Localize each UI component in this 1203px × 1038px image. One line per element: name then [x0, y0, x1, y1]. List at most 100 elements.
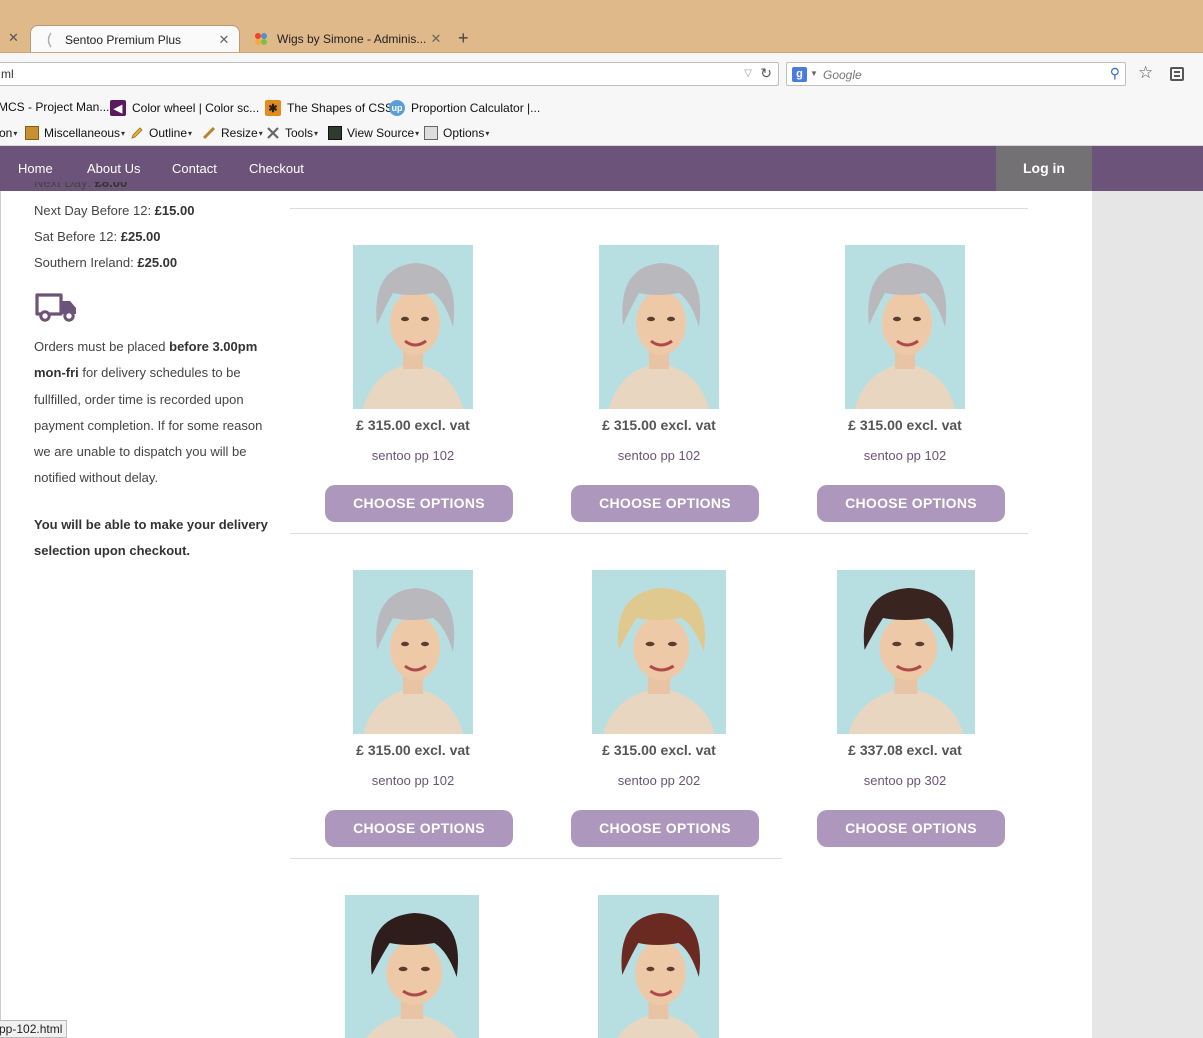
- shipping-price: £25.00: [120, 229, 161, 244]
- options-icon: [424, 126, 438, 140]
- shipping-price: £8.00: [94, 182, 128, 190]
- history-dropdown-icon[interactable]: ▽: [744, 68, 752, 79]
- tab-sentoo-premium-plus[interactable]: Sentoo Premium Plus ✕: [30, 25, 240, 53]
- choose-options-button[interactable]: CHOOSE OPTIONS: [817, 485, 1005, 522]
- product-name-link[interactable]: sentoo pp 102: [325, 773, 501, 788]
- product-name-link[interactable]: sentoo pp 102: [571, 448, 747, 463]
- product-image[interactable]: [598, 895, 719, 1038]
- search-icon[interactable]: ⚲: [1110, 65, 1120, 82]
- product-name-link[interactable]: sentoo pp 202: [571, 773, 747, 788]
- bookmark-item[interactable]: MCS - Project Man...: [0, 100, 109, 114]
- tab-close-icon[interactable]: ✕: [427, 31, 445, 47]
- choose-options-button[interactable]: CHOOSE OPTIONS: [817, 810, 1005, 847]
- product-price: £ 315.00 excl. vat: [356, 742, 470, 758]
- choose-options-button[interactable]: CHOOSE OPTIONS: [325, 485, 513, 522]
- login-button[interactable]: Log in: [996, 146, 1092, 191]
- product-card: [325, 895, 513, 1038]
- resize-icon: [202, 126, 216, 140]
- product-image[interactable]: [599, 245, 719, 409]
- bookmark-item[interactable]: ✱ The Shapes of CSS: [265, 100, 393, 116]
- reload-icon[interactable]: ↻: [760, 65, 772, 82]
- choose-options-button[interactable]: CHOOSE OPTIONS: [571, 810, 759, 847]
- page-gutter: [1092, 191, 1203, 1038]
- shipping-label: Sat Before 12:: [34, 229, 121, 244]
- row-divider: [290, 208, 1028, 209]
- product-name-link[interactable]: sentoo pp 102: [325, 448, 501, 463]
- row-divider: [290, 858, 782, 859]
- product-name-link[interactable]: sentoo pp 302: [817, 773, 993, 788]
- loading-icon: [41, 32, 57, 48]
- url-text: ml: [1, 67, 14, 81]
- tab-label: Sentoo Premium Plus: [65, 32, 182, 47]
- toolbar-menu-resize[interactable]: Resize ▾: [202, 126, 263, 140]
- product-image[interactable]: [345, 895, 479, 1038]
- bookmark-label: Proportion Calculator |...: [411, 101, 541, 115]
- tab-wigs-admin[interactable]: Wigs by Simone - Adminis... ✕: [243, 25, 451, 53]
- toolbar-menu-label: Resize: [221, 126, 258, 140]
- product-image[interactable]: [845, 245, 965, 409]
- toolbar-menu-outline[interactable]: Outline ▾: [130, 126, 192, 140]
- engine-dropdown-icon[interactable]: ▼: [810, 69, 818, 78]
- delivery-sidebar: Next Day: £8.00 Next Day Before 12: £15.…: [34, 182, 269, 564]
- choose-options-button[interactable]: CHOOSE OPTIONS: [325, 810, 513, 847]
- tab-close-icon[interactable]: ✕: [215, 32, 233, 48]
- shipping-option: Next Day: £8.00: [34, 182, 269, 198]
- close-icon[interactable]: ✕: [8, 31, 19, 44]
- toolbar-menu-label: Miscellaneous: [44, 126, 121, 140]
- product-price: £ 315.00 excl. vat: [602, 417, 716, 433]
- pencil-icon: [131, 127, 143, 139]
- css-tricks-icon: ✱: [265, 100, 281, 116]
- toolbar-menu-options[interactable]: Options ▾: [424, 126, 489, 140]
- bookmark-label: The Shapes of CSS: [287, 101, 394, 115]
- product-image[interactable]: [592, 570, 726, 734]
- url-input[interactable]: ml ▽ ↻: [0, 62, 779, 86]
- toolbar-menu-view-source[interactable]: View Source ▾: [328, 126, 419, 140]
- choose-options-button[interactable]: CHOOSE OPTIONS: [571, 485, 759, 522]
- row-divider: [290, 533, 1028, 534]
- shipping-option: Next Day Before 12: £15.00: [34, 198, 269, 224]
- nav-about-us[interactable]: About Us: [87, 161, 140, 176]
- new-tab-button[interactable]: +: [458, 29, 469, 47]
- delivery-info: Orders must be placed before 3.00pm mon-…: [34, 334, 269, 492]
- bookmark-item[interactable]: up Proportion Calculator |...: [389, 100, 540, 116]
- product-image[interactable]: [837, 570, 975, 734]
- source-icon: [328, 126, 342, 140]
- link-status-tooltip: pp-102.html: [0, 1020, 68, 1038]
- bookmarks-toolbar: MCS - Project Man... ◀ Color wheel | Col…: [0, 95, 1203, 121]
- shipping-option: Southern Ireland: £25.00: [34, 250, 269, 276]
- product-price: £ 315.00 excl. vat: [848, 417, 962, 433]
- shipping-option: Sat Before 12: £25.00: [34, 224, 269, 250]
- search-input[interactable]: g ▼ Google ⚲: [786, 62, 1126, 86]
- product-price: £ 315.00 excl. vat: [356, 417, 470, 433]
- toolbar-menu-label: Outline: [149, 126, 188, 140]
- nav-home[interactable]: Home: [18, 161, 53, 176]
- toolbar-menu[interactable]: on ▾: [0, 126, 17, 140]
- google-icon[interactable]: g: [792, 67, 807, 82]
- delivery-info-text: Orders must be placed: [34, 339, 170, 354]
- page-edge: [0, 191, 1, 1038]
- toolbar-menu-miscellaneous[interactable]: Miscellaneous ▾: [25, 126, 125, 140]
- misc-icon: [25, 126, 39, 140]
- delivery-truck-icon: [35, 293, 76, 322]
- product-card: £ 315.00 excl. vat sentoo pp 202 CHOOSE OP…: [571, 570, 759, 848]
- search-placeholder: Google: [823, 68, 862, 82]
- browser-tab-bar: ✕ Sentoo Premium Plus ✕ Wigs by Simone -…: [0, 0, 1203, 53]
- product-image[interactable]: [353, 245, 473, 409]
- shipping-label: Next Day Before 12:: [34, 203, 155, 218]
- nav-contact[interactable]: Contact: [172, 161, 217, 176]
- toolbar-menu-label: Tools: [285, 126, 314, 140]
- bookmark-star-icon[interactable]: ☆: [1138, 64, 1153, 81]
- product-image[interactable]: [353, 570, 473, 734]
- bookmark-label: MCS - Project Man...: [0, 100, 110, 114]
- shipping-label: Southern Ireland:: [34, 255, 138, 270]
- product-card: £ 315.00 excl. vat sentoo pp 102 CHOOSE OP…: [325, 570, 513, 848]
- shipping-price: £25.00: [137, 255, 178, 270]
- nav-checkout[interactable]: Checkout: [249, 161, 304, 176]
- bookmark-item[interactable]: ◀ Color wheel | Color sc...: [110, 100, 259, 116]
- product-card: £ 315.00 excl. vat sentoo pp 102 CHOOSE OP…: [817, 245, 1005, 523]
- product-card: [571, 895, 759, 1038]
- toolbar-menu-tools[interactable]: Tools ▾: [266, 126, 318, 140]
- product-name-link[interactable]: sentoo pp 102: [817, 448, 993, 463]
- bookmarks-menu-icon[interactable]: [1170, 67, 1184, 81]
- adobe-kuler-icon: ◀: [110, 100, 126, 116]
